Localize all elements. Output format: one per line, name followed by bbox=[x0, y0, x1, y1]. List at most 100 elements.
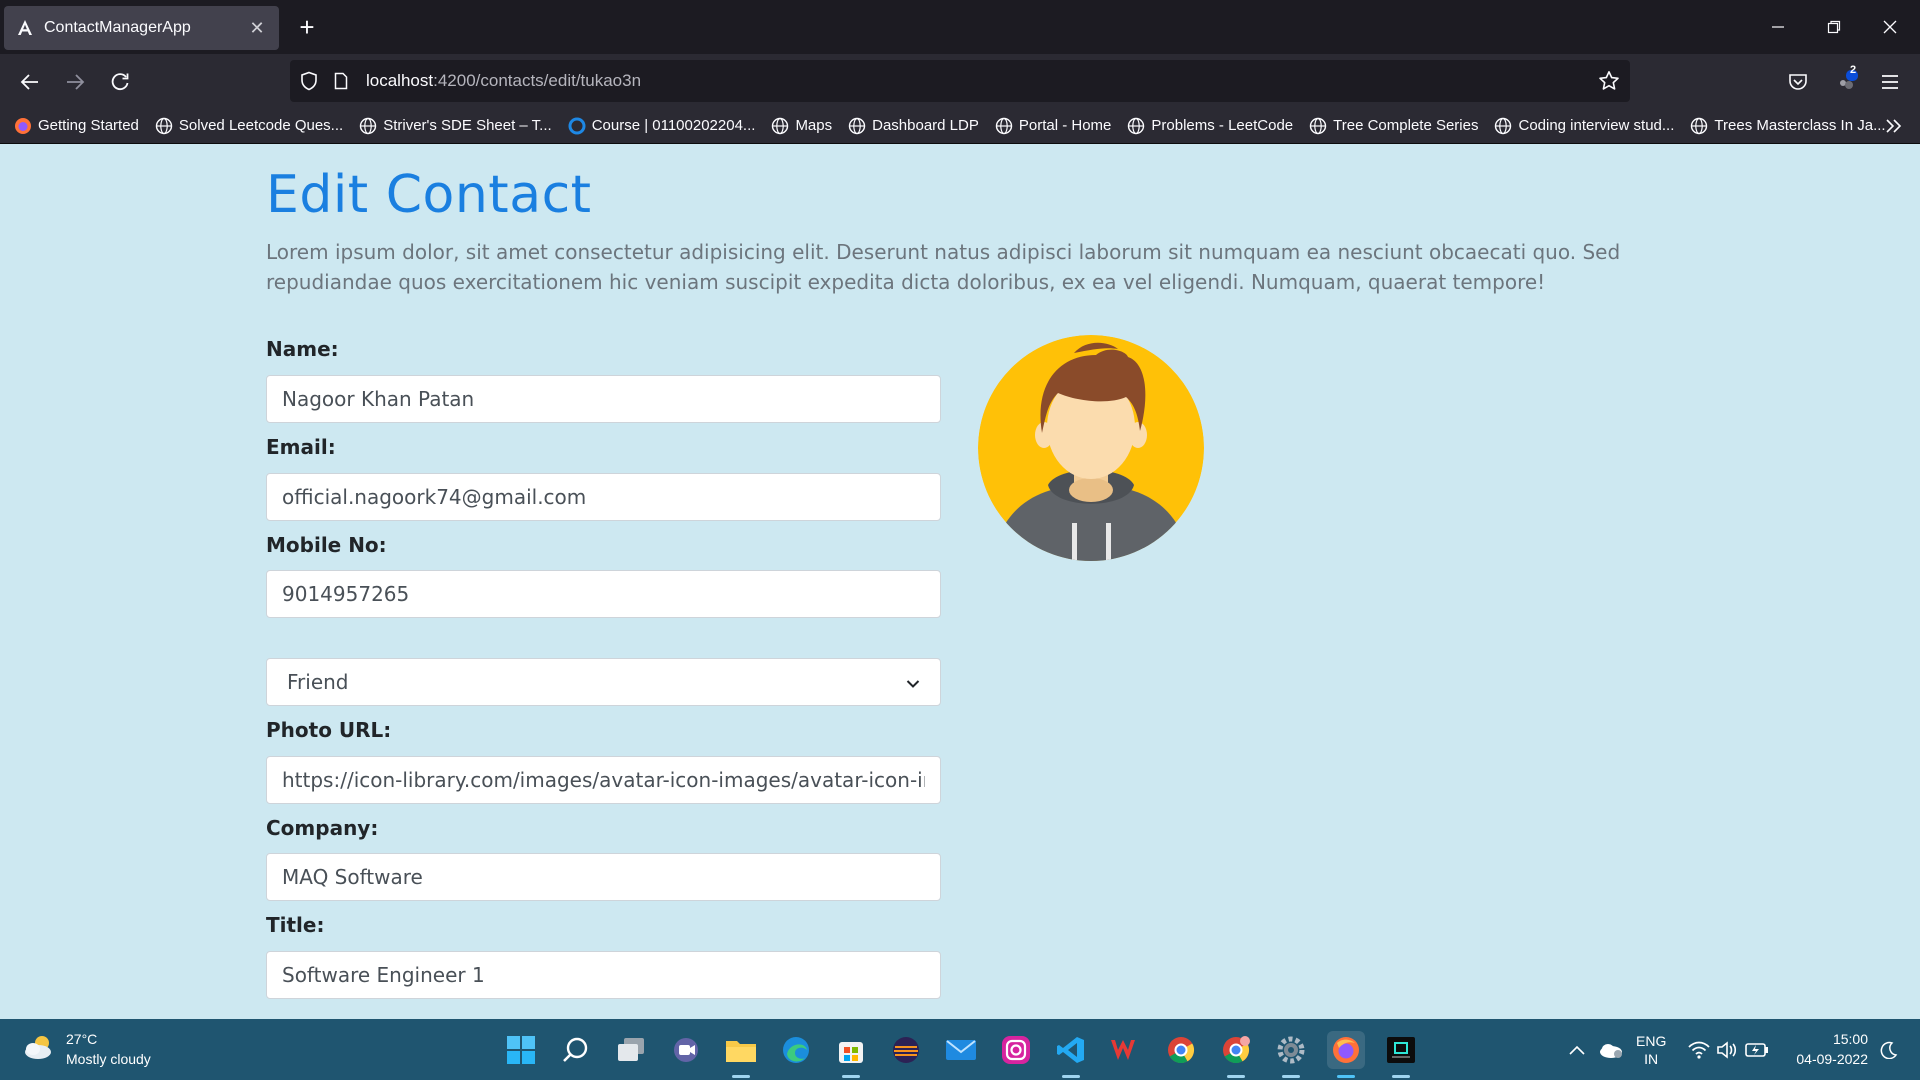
name-label: Name: bbox=[266, 337, 339, 361]
battery-charging-icon[interactable] bbox=[1745, 1019, 1769, 1080]
mail-icon[interactable] bbox=[942, 1031, 980, 1069]
email-label: Email: bbox=[266, 435, 336, 459]
temperature: 27°C bbox=[66, 1031, 98, 1047]
eclipse-icon[interactable] bbox=[887, 1031, 925, 1069]
tab-close-icon[interactable]: ✕ bbox=[247, 18, 267, 39]
bookmark-strivers-sheet[interactable]: Striver's SDE Sheet – T... bbox=[359, 117, 552, 135]
file-explorer-icon[interactable] bbox=[722, 1031, 760, 1069]
clock-time: 15:00 bbox=[1832, 1031, 1868, 1047]
extensions-icon[interactable]: 2 bbox=[1830, 64, 1862, 98]
bookmark-label: Getting Started bbox=[38, 117, 139, 134]
bookmark-label: Maps bbox=[795, 117, 833, 134]
angular-icon bbox=[16, 19, 34, 37]
bookmark-label: Portal - Home bbox=[1018, 117, 1112, 134]
title-label: Title: bbox=[266, 913, 325, 937]
forward-icon[interactable] bbox=[59, 66, 91, 98]
address-bar[interactable]: localhost :4200/contacts/edit/tukao3n bbox=[290, 60, 1630, 102]
bookmark-star-icon[interactable] bbox=[1598, 70, 1620, 92]
firefox-taskbar-icon[interactable] bbox=[1327, 1031, 1365, 1069]
title-input[interactable] bbox=[266, 951, 941, 999]
microsoft-store-icon[interactable] bbox=[832, 1031, 870, 1069]
active-indicator bbox=[1337, 1075, 1355, 1078]
browser-nav-bar: localhost :4200/contacts/edit/tukao3n 2 bbox=[0, 54, 1920, 108]
chrome-icon[interactable] bbox=[1162, 1031, 1200, 1069]
mobile-label: Mobile No: bbox=[266, 533, 387, 557]
page-description: Lorem ipsum dolor, sit amet consectetur … bbox=[266, 240, 1621, 294]
minimize-icon[interactable] bbox=[1758, 10, 1798, 44]
vscode-icon[interactable] bbox=[1052, 1031, 1090, 1069]
language-indicator[interactable]: ENG IN bbox=[1636, 1019, 1666, 1080]
bookmark-problems-leetcode[interactable]: Problems - LeetCode bbox=[1127, 117, 1293, 135]
volume-icon[interactable] bbox=[1716, 1019, 1738, 1080]
teams-chat-icon[interactable] bbox=[667, 1031, 705, 1069]
company-input[interactable] bbox=[266, 853, 941, 901]
globe-icon bbox=[995, 117, 1013, 135]
wifi-icon[interactable] bbox=[1688, 1019, 1710, 1080]
url-host: localhost bbox=[366, 71, 434, 90]
bookmark-course[interactable]: Course | 01100202204... bbox=[568, 117, 756, 135]
system-clock[interactable]: 15:00 04-09-2022 bbox=[1796, 1029, 1868, 1069]
terminal-app-icon[interactable] bbox=[1382, 1031, 1420, 1069]
bookmark-label: Striver's SDE Sheet – T... bbox=[383, 117, 552, 134]
tab-title: ContactManagerApp bbox=[44, 19, 191, 36]
bookmark-dashboard-ldp[interactable]: Dashboard LDP bbox=[848, 117, 979, 135]
chrome-profile-icon[interactable] bbox=[1217, 1031, 1255, 1069]
active-indicator bbox=[1227, 1075, 1245, 1078]
contact-avatar bbox=[978, 335, 1204, 561]
task-view-icon[interactable] bbox=[612, 1031, 650, 1069]
shield-icon[interactable] bbox=[300, 71, 322, 91]
active-indicator bbox=[1282, 1075, 1300, 1078]
instagram-icon[interactable] bbox=[997, 1031, 1035, 1069]
active-indicator bbox=[1392, 1075, 1410, 1078]
globe-icon bbox=[1127, 117, 1145, 135]
globe-icon bbox=[1690, 117, 1708, 135]
bookmark-coding-interview[interactable]: Coding interview stud... bbox=[1494, 117, 1674, 135]
page-icon[interactable] bbox=[334, 72, 354, 90]
bookmark-portal-home[interactable]: Portal - Home bbox=[995, 117, 1112, 135]
new-tab-button[interactable]: + bbox=[292, 12, 322, 42]
tab-contactmanagerapp[interactable]: ContactManagerApp ✕ bbox=[4, 6, 279, 50]
weather-widget[interactable]: 27°C Mostly cloudy bbox=[22, 1029, 151, 1069]
bookmark-label: Dashboard LDP bbox=[872, 117, 979, 134]
edge-icon[interactable] bbox=[777, 1031, 815, 1069]
page-content: Edit Contact Lorem ipsum dolor, sit amet… bbox=[0, 145, 1920, 1019]
close-window-icon[interactable] bbox=[1870, 10, 1910, 44]
active-indicator bbox=[1062, 1075, 1080, 1078]
onedrive-cloud-icon[interactable] bbox=[1598, 1019, 1624, 1080]
settings-gear-icon[interactable] bbox=[1272, 1031, 1310, 1069]
bookmark-label: Problems - LeetCode bbox=[1151, 117, 1294, 134]
globe-icon bbox=[155, 117, 173, 135]
search-icon[interactable] bbox=[557, 1031, 595, 1069]
windows-start-icon[interactable] bbox=[502, 1031, 540, 1069]
bookmark-tree-series[interactable]: Tree Complete Series bbox=[1309, 117, 1478, 135]
wps-office-icon[interactable] bbox=[1107, 1031, 1145, 1069]
notifications-moon-icon[interactable] bbox=[1880, 1019, 1898, 1080]
tray-chevron-up-icon[interactable] bbox=[1568, 1019, 1586, 1080]
cloud-sun-icon bbox=[22, 1033, 56, 1066]
email-input[interactable] bbox=[266, 473, 941, 521]
photo-url-input[interactable] bbox=[266, 756, 941, 804]
restore-icon[interactable] bbox=[1814, 10, 1854, 44]
bookmark-trees-masterclass[interactable]: Trees Masterclass In Ja... bbox=[1690, 117, 1886, 135]
mobile-input[interactable] bbox=[266, 570, 941, 618]
chevron-double-right-icon[interactable] bbox=[1882, 114, 1906, 138]
bookmark-getting-started[interactable]: Getting Started bbox=[14, 117, 139, 135]
active-indicator bbox=[732, 1075, 750, 1078]
url-path: :4200/contacts/edit/tukao3n bbox=[433, 71, 642, 90]
pocket-icon[interactable] bbox=[1782, 66, 1814, 98]
extension-badge: 2 bbox=[1850, 64, 1857, 76]
bookmark-label: Course | 01100202204... bbox=[591, 117, 756, 134]
globe-icon bbox=[359, 117, 377, 135]
menu-icon[interactable] bbox=[1874, 66, 1906, 98]
bookmark-label: Coding interview stud... bbox=[1518, 117, 1675, 134]
bookmark-leetcode-solved[interactable]: Solved Leetcode Ques... bbox=[155, 117, 343, 135]
active-indicator bbox=[842, 1075, 860, 1078]
clock-date: 04-09-2022 bbox=[1796, 1051, 1868, 1067]
reload-icon[interactable] bbox=[104, 66, 136, 98]
globe-icon bbox=[1309, 117, 1327, 135]
group-select[interactable]: Friend bbox=[266, 658, 941, 706]
back-icon[interactable] bbox=[14, 66, 46, 98]
bookmark-maps[interactable]: Maps bbox=[771, 117, 832, 135]
name-input[interactable] bbox=[266, 375, 941, 423]
language-bottom: IN bbox=[1644, 1050, 1659, 1067]
